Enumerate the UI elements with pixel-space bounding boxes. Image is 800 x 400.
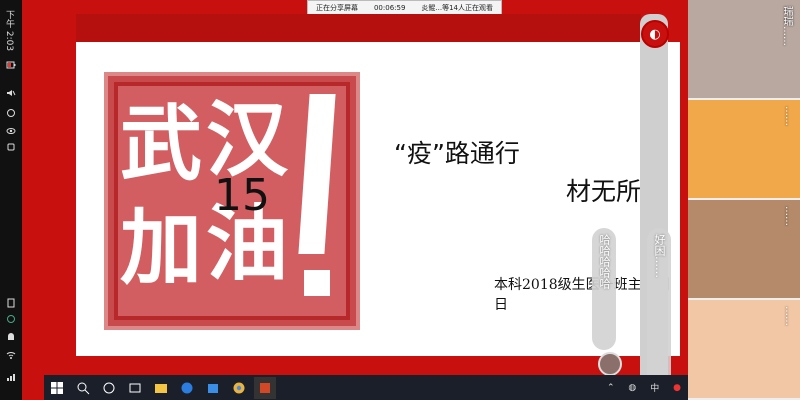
- system-tray: ⌃ ◍ 中 ●: [600, 375, 688, 400]
- cortana-icon[interactable]: [98, 377, 120, 399]
- avatar[interactable]: [598, 352, 622, 376]
- exclamation-mark: [298, 94, 338, 304]
- antivirus-icon[interactable]: ●: [673, 383, 681, 393]
- viewer-count: 炎鲲...等14人正在观看: [421, 4, 493, 12]
- participant-label: 瑞瑞……: [781, 6, 792, 46]
- participant-label: ……: [783, 106, 794, 126]
- slide-title-line1: “疫”路通行: [394, 139, 520, 168]
- stamp-char-1: 武: [120, 97, 203, 192]
- participant-label: ……: [783, 206, 794, 226]
- participant-video[interactable]: ……: [688, 100, 800, 198]
- comment-bubble: 哈哈哈哈哈: [592, 228, 616, 350]
- taskbar: [44, 375, 688, 400]
- search-icon[interactable]: [72, 377, 94, 399]
- presentation-slide: 武 汉 加 油 15 “疫”路通行 材无所惧 本科2018级生医一班主题团日: [76, 42, 680, 356]
- wifi-icon: [6, 350, 16, 360]
- comment-bubble: 好困……: [647, 228, 671, 390]
- chrome-icon[interactable]: [228, 377, 250, 399]
- stamp-char-3: 加: [120, 201, 203, 296]
- battery-icon: [6, 60, 16, 70]
- participant-video[interactable]: 瑞瑞……: [688, 0, 800, 98]
- participant-video[interactable]: ……: [688, 200, 800, 298]
- task-view-icon[interactable]: [124, 377, 146, 399]
- alarm-icon: [6, 108, 16, 118]
- eye-icon: [6, 126, 16, 136]
- sharing-label: 正在分享屏幕: [316, 4, 358, 12]
- windows-start-icon[interactable]: [46, 377, 68, 399]
- powerpoint-icon[interactable]: [254, 376, 276, 399]
- participant-video-column: 瑞瑞…… …… …… ……: [688, 0, 800, 400]
- sim-icon: [6, 298, 16, 308]
- edge-browser-icon[interactable]: [176, 377, 198, 399]
- status-time: 下午 2:03: [4, 10, 14, 52]
- participant-label: ……: [783, 306, 794, 326]
- share-duration: 00:06:59: [373, 4, 406, 12]
- vpn-icon: [6, 332, 16, 342]
- store-icon[interactable]: [202, 377, 224, 399]
- participant-video[interactable]: ……: [688, 300, 800, 398]
- slide-page-number: 15: [214, 170, 270, 221]
- slide-header-band: [76, 14, 641, 42]
- network-icon[interactable]: ◍: [628, 383, 636, 393]
- mute-icon: [6, 88, 16, 98]
- input-method-icon[interactable]: 中: [650, 381, 659, 394]
- collapse-button[interactable]: ◐: [641, 20, 669, 48]
- signal-icon: [6, 372, 16, 382]
- hotspot-icon: [6, 314, 16, 324]
- chevron-up-icon[interactable]: ⌃: [607, 383, 615, 393]
- file-explorer-icon[interactable]: [150, 377, 172, 399]
- status-bar: 下午 2:03: [0, 0, 22, 400]
- nfc-icon: [6, 142, 16, 152]
